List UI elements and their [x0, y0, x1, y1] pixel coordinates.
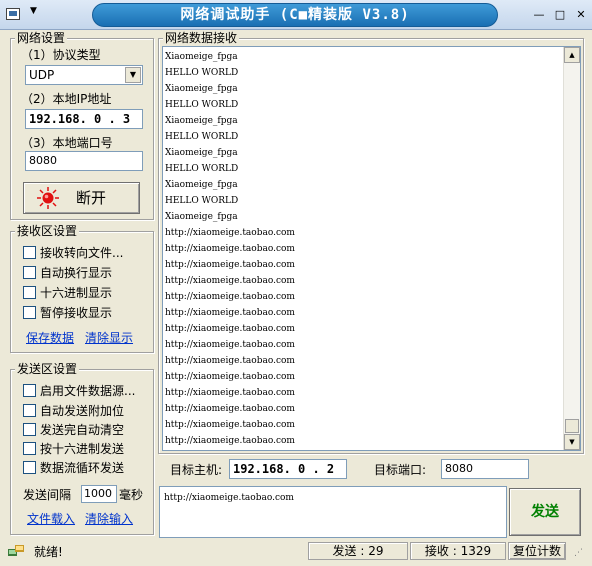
- receive-line: http://xiaomeige.taobao.com: [165, 372, 295, 382]
- receive-settings-group: 接收区设置 接收转向文件... 自动换行显示 十六进制显示 暂停接收显示 保存数…: [10, 223, 154, 353]
- receive-line: http://xiaomeige.taobao.com: [165, 244, 295, 254]
- receive-line: Xiaomeige_fpga: [165, 116, 238, 126]
- receive-line: http://xiaomeige.taobao.com: [165, 228, 295, 238]
- receive-line: http://xiaomeige.taobao.com: [165, 420, 295, 430]
- receive-settings-title: 接收区设置: [15, 223, 80, 239]
- checkbox[interactable]: [23, 266, 36, 279]
- send-textarea[interactable]: http://xiaomeige.taobao.com: [159, 486, 507, 538]
- receive-line: Xiaomeige_fpga: [165, 212, 238, 222]
- clear-display-link[interactable]: 清除显示: [85, 330, 133, 346]
- send-interval-unit: 毫秒: [119, 488, 144, 502]
- receive-line: Xiaomeige_fpga: [165, 84, 238, 94]
- connect-button[interactable]: 断开: [23, 182, 140, 214]
- save-data-link[interactable]: 保存数据: [26, 330, 74, 346]
- checkbox[interactable]: [23, 442, 36, 455]
- local-ip-input[interactable]: 192.168. 0 . 3: [25, 109, 143, 129]
- receive-line: Xiaomeige_fpga: [165, 180, 238, 190]
- network-settings-group: 网络设置 （1）协议类型 UDP ▼ （2）本地IP地址 192.168. 0 …: [10, 30, 154, 220]
- checkbox[interactable]: [23, 384, 36, 397]
- status-bar: 就绪! 发送 : 29 接收 : 1329 复位计数 ⋰: [0, 540, 592, 566]
- receive-line: http://xiaomeige.taobao.com: [165, 292, 295, 302]
- send-settings-group: 发送区设置 启用文件数据源... 自动发送附加位 发送完自动清空 按十六进制发送…: [10, 361, 154, 535]
- receive-line: http://xiaomeige.taobao.com: [165, 324, 295, 334]
- local-port-input[interactable]: 8080: [25, 151, 143, 171]
- receive-line: HELLO WORLD: [165, 132, 239, 142]
- send-interval-input[interactable]: 1000: [81, 485, 117, 503]
- text-cursor: |: [165, 449, 560, 450]
- received-counter: 接收 : 1329: [410, 542, 506, 560]
- receive-line: HELLO WORLD: [165, 68, 239, 78]
- network-settings-title: 网络设置: [15, 30, 68, 46]
- checkbox[interactable]: [23, 306, 36, 319]
- scroll-down-icon[interactable]: ▼: [564, 434, 580, 450]
- protocol-value: UDP: [29, 68, 55, 82]
- receive-line: Xiaomeige_fpga: [165, 148, 238, 158]
- system-menu-button[interactable]: ▼: [4, 6, 44, 24]
- checkbox[interactable]: [23, 286, 36, 299]
- receive-line: http://xiaomeige.taobao.com: [165, 404, 295, 414]
- receive-line: http://xiaomeige.taobao.com: [165, 260, 295, 270]
- target-host-input[interactable]: 192.168. 0 . 2: [229, 459, 347, 479]
- file-load-link[interactable]: 文件载入: [27, 511, 75, 527]
- title-bar: ▼ 网络调试助手 (C■精装版 V3.8) — □ ✕: [0, 0, 592, 30]
- protocol-select[interactable]: UDP ▼: [25, 65, 143, 85]
- local-ip-label: （2）本地IP地址: [21, 92, 112, 106]
- receive-line: http://xiaomeige.taobao.com: [165, 436, 295, 446]
- status-ready: 就绪!: [34, 545, 63, 559]
- recv-option-label: 暂停接收显示: [40, 306, 113, 320]
- checkbox[interactable]: [23, 461, 36, 474]
- send-option-label: 启用文件数据源...: [40, 384, 136, 398]
- status-network-icon: [8, 545, 24, 556]
- maximize-button[interactable]: □: [553, 8, 567, 22]
- receive-line: http://xiaomeige.taobao.com: [165, 308, 295, 318]
- send-option-label: 自动发送附加位: [40, 404, 125, 418]
- receive-line: http://xiaomeige.taobao.com: [165, 388, 295, 398]
- receive-line: http://xiaomeige.taobao.com: [165, 356, 295, 366]
- receive-line: Xiaomeige_fpga: [165, 52, 238, 62]
- vertical-scrollbar[interactable]: ▲ ▼: [563, 47, 580, 450]
- window-title: 网络调试助手 (C■精装版 V3.8): [92, 3, 498, 27]
- receive-line: HELLO WORLD: [165, 196, 239, 206]
- local-port-label: （3）本地端口号: [21, 136, 113, 150]
- send-settings-title: 发送区设置: [15, 361, 80, 377]
- close-button[interactable]: ✕: [574, 8, 588, 22]
- target-port-input[interactable]: 8080: [441, 459, 529, 479]
- scroll-thumb[interactable]: [565, 419, 579, 433]
- led-icon: [37, 187, 59, 209]
- receive-line: http://xiaomeige.taobao.com: [165, 276, 295, 286]
- receive-line: http://xiaomeige.taobao.com: [165, 340, 295, 350]
- resize-grip-icon: ⋰: [574, 548, 583, 558]
- sent-counter: 发送 : 29: [308, 542, 408, 560]
- target-port-label: 目标端口:: [374, 463, 427, 477]
- send-interval-label: 发送间隔: [23, 488, 72, 502]
- app-icon: [6, 8, 20, 20]
- send-button[interactable]: 发送: [509, 488, 581, 536]
- send-text: http://xiaomeige.taobao.com: [164, 493, 294, 503]
- checkbox[interactable]: [23, 404, 36, 417]
- chevron-down-icon: ▼: [30, 6, 37, 16]
- checkbox[interactable]: [23, 423, 36, 436]
- connect-button-label: 断开: [76, 189, 107, 207]
- recv-option-label: 接收转向文件...: [40, 246, 124, 260]
- scroll-up-icon[interactable]: ▲: [564, 47, 580, 63]
- minimize-button[interactable]: —: [532, 8, 546, 22]
- recv-option-label: 自动换行显示: [40, 266, 113, 280]
- reset-counter-button[interactable]: 复位计数: [508, 542, 566, 560]
- clear-input-link[interactable]: 清除输入: [85, 511, 133, 527]
- send-option-label: 发送完自动清空: [40, 423, 125, 437]
- checkbox[interactable]: [23, 246, 36, 259]
- send-option-label: 数据流循环发送: [40, 461, 125, 475]
- protocol-label: （1）协议类型: [21, 48, 101, 62]
- receive-area-title: 网络数据接收: [163, 30, 240, 46]
- receive-textarea[interactable]: Xiaomeige_fpga HELLO WORLD Xiaomeige_fpga H…: [162, 46, 581, 451]
- receive-lines: Xiaomeige_fpga HELLO WORLD Xiaomeige_fpga H…: [165, 49, 560, 450]
- recv-option-label: 十六进制显示: [40, 286, 113, 300]
- target-host-label: 目标主机:: [170, 463, 223, 477]
- send-option-label: 按十六进制发送: [40, 442, 125, 456]
- chevron-down-icon[interactable]: ▼: [125, 67, 141, 83]
- receive-line: HELLO WORLD: [165, 164, 239, 174]
- receive-line: HELLO WORLD: [165, 100, 239, 110]
